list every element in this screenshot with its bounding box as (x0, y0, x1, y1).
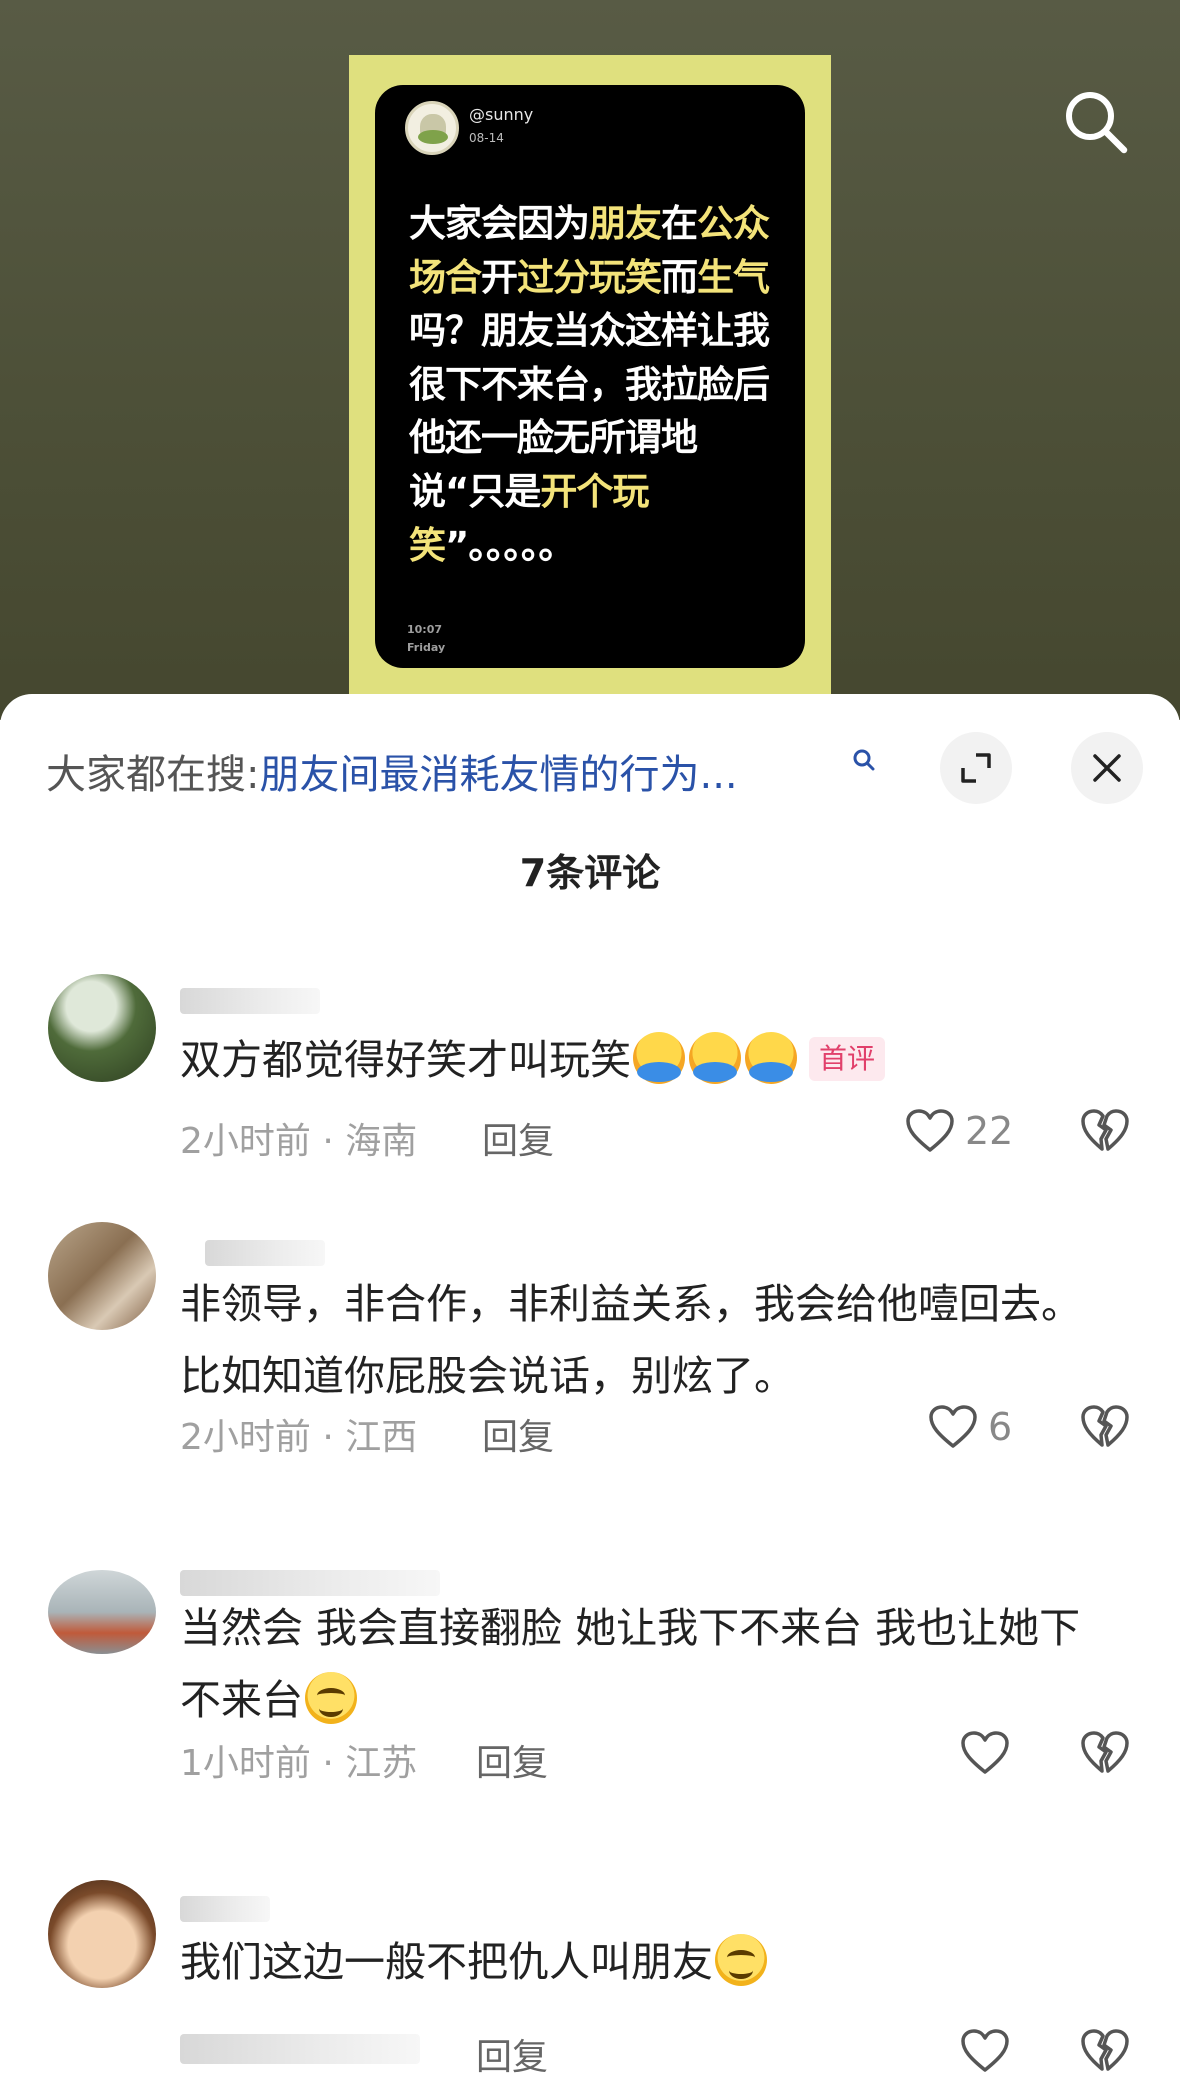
post-text-segment: 开 (481, 255, 518, 299)
post-image-area[interactable]: @sunny 08-14 大家会因为朋友在公众场合开过分玩笑而生气吗？朋友当众这… (0, 0, 1180, 720)
comment-meta: 2小时前 · 江西 (180, 1417, 418, 1458)
expand-button[interactable] (940, 732, 1012, 804)
comment-text: 我们这边一般不把仇人叫朋友 (180, 1926, 1120, 1998)
search-hint-link[interactable]: 朋友间最消耗友情的行为... (259, 752, 737, 798)
heart-icon (929, 1405, 977, 1448)
comment-meta: 2小时前 · 海南 (180, 1121, 418, 1162)
comment-count-title: 7条评论 (519, 851, 661, 895)
post-text-segment: ”。。。。。 (445, 523, 575, 567)
broken-heart-icon (1081, 2029, 1129, 2071)
like-button[interactable]: 22 (905, 1106, 1013, 1156)
search-icon (1066, 92, 1128, 154)
post-text-segment: 而 (661, 255, 698, 299)
comment-text: 非领导，非合作，非利益关系，我会给他噎回去。比如知道你屁股会说话，别炫了。 (180, 1280, 1082, 1400)
comment-body: 我们这边一般不把仇人叫朋友 (180, 1938, 713, 1986)
like-button[interactable] (960, 1728, 1010, 1778)
reply-button[interactable]: 回复 (476, 2028, 548, 2080)
search-hint-prefix: 大家都在搜: (46, 752, 260, 798)
broken-heart-icon (1081, 1405, 1129, 1447)
hug-emoji-icon (745, 1032, 797, 1084)
reply-button[interactable]: 回复 (476, 1734, 548, 1786)
trending-search-hint[interactable]: 大家都在搜:朋友间最消耗友情的行为... (46, 742, 738, 800)
comment-meta: 1小时前 · 江苏 (180, 1743, 418, 1784)
dislike-button[interactable] (1080, 1108, 1130, 1158)
comment-text: 当然会 我会直接翻脸 她让我下不来台 我也让她下不来台 (180, 1592, 1120, 1736)
top-search-button[interactable] (1060, 86, 1132, 158)
search-icon[interactable] (850, 746, 878, 774)
comment-meta-blurred (180, 2034, 420, 2064)
avatar[interactable] (48, 1222, 156, 1330)
dislike-button[interactable] (1080, 1404, 1130, 1454)
post-author-avatar (405, 101, 459, 155)
like-count: 6 (988, 1405, 1013, 1449)
smile-emoji-icon (305, 1672, 357, 1724)
broken-heart-icon (1081, 1731, 1129, 1773)
post-date: 08-14 (469, 131, 504, 145)
expand-icon (961, 753, 991, 783)
post-text-highlight: 过分玩笑 (517, 255, 662, 299)
like-button[interactable]: 6 (928, 1402, 1012, 1452)
smile-emoji-icon (715, 1934, 767, 1986)
hug-emoji-icon (633, 1032, 685, 1084)
comment-body: 双方都觉得好笑才叫玩笑 (180, 1036, 631, 1084)
broken-heart-icon (1081, 1109, 1129, 1151)
dislike-button[interactable] (1080, 1730, 1130, 1780)
post-text-highlight: 朋友 (589, 202, 662, 245)
comment-text: 双方都觉得好笑才叫玩笑 首评 (180, 1024, 1120, 1096)
reply-button[interactable]: 回复 (482, 1408, 554, 1460)
avatar[interactable] (48, 1570, 156, 1654)
first-comment-badge: 首评 (809, 1037, 886, 1081)
post-text-segment: 在 (661, 202, 698, 245)
avatar[interactable] (48, 974, 156, 1082)
comments-panel: 大家都在搜:朋友间最消耗友情的行为... 7条评论 双方都觉得好笑才叫玩笑 首评 … (0, 694, 1180, 2080)
post-text: 大家会因为朋友在公众场合开过分玩笑而生气吗？朋友当众这样让我很下不来台，我拉脸后… (409, 197, 789, 572)
like-count: 22 (965, 1109, 1014, 1153)
dislike-button[interactable] (1080, 2028, 1130, 2078)
post-text-segment: 大家会因为 (409, 202, 590, 245)
post-text-highlight: 生气 (697, 255, 770, 299)
post-author-handle: @sunny (469, 105, 534, 124)
close-button[interactable] (1071, 732, 1143, 804)
post-day: Friday (407, 641, 446, 654)
heart-icon (961, 1731, 1009, 1774)
post-time: 10:07 (407, 623, 443, 636)
close-icon (1093, 754, 1121, 782)
reply-button[interactable]: 回复 (482, 1112, 554, 1164)
commenter-name[interactable] (205, 1240, 325, 1266)
post-card: @sunny 08-14 大家会因为朋友在公众场合开过分玩笑而生气吗？朋友当众这… (375, 85, 805, 668)
heart-icon (961, 2029, 1009, 2072)
post-poster: @sunny 08-14 大家会因为朋友在公众场合开过分玩笑而生气吗？朋友当众这… (349, 55, 831, 720)
commenter-name[interactable] (180, 988, 320, 1014)
avatar[interactable] (48, 1880, 156, 1988)
heart-icon (906, 1109, 954, 1152)
hug-emoji-icon (689, 1032, 741, 1084)
like-button[interactable] (960, 2026, 1010, 2076)
commenter-name[interactable] (180, 1896, 270, 1922)
